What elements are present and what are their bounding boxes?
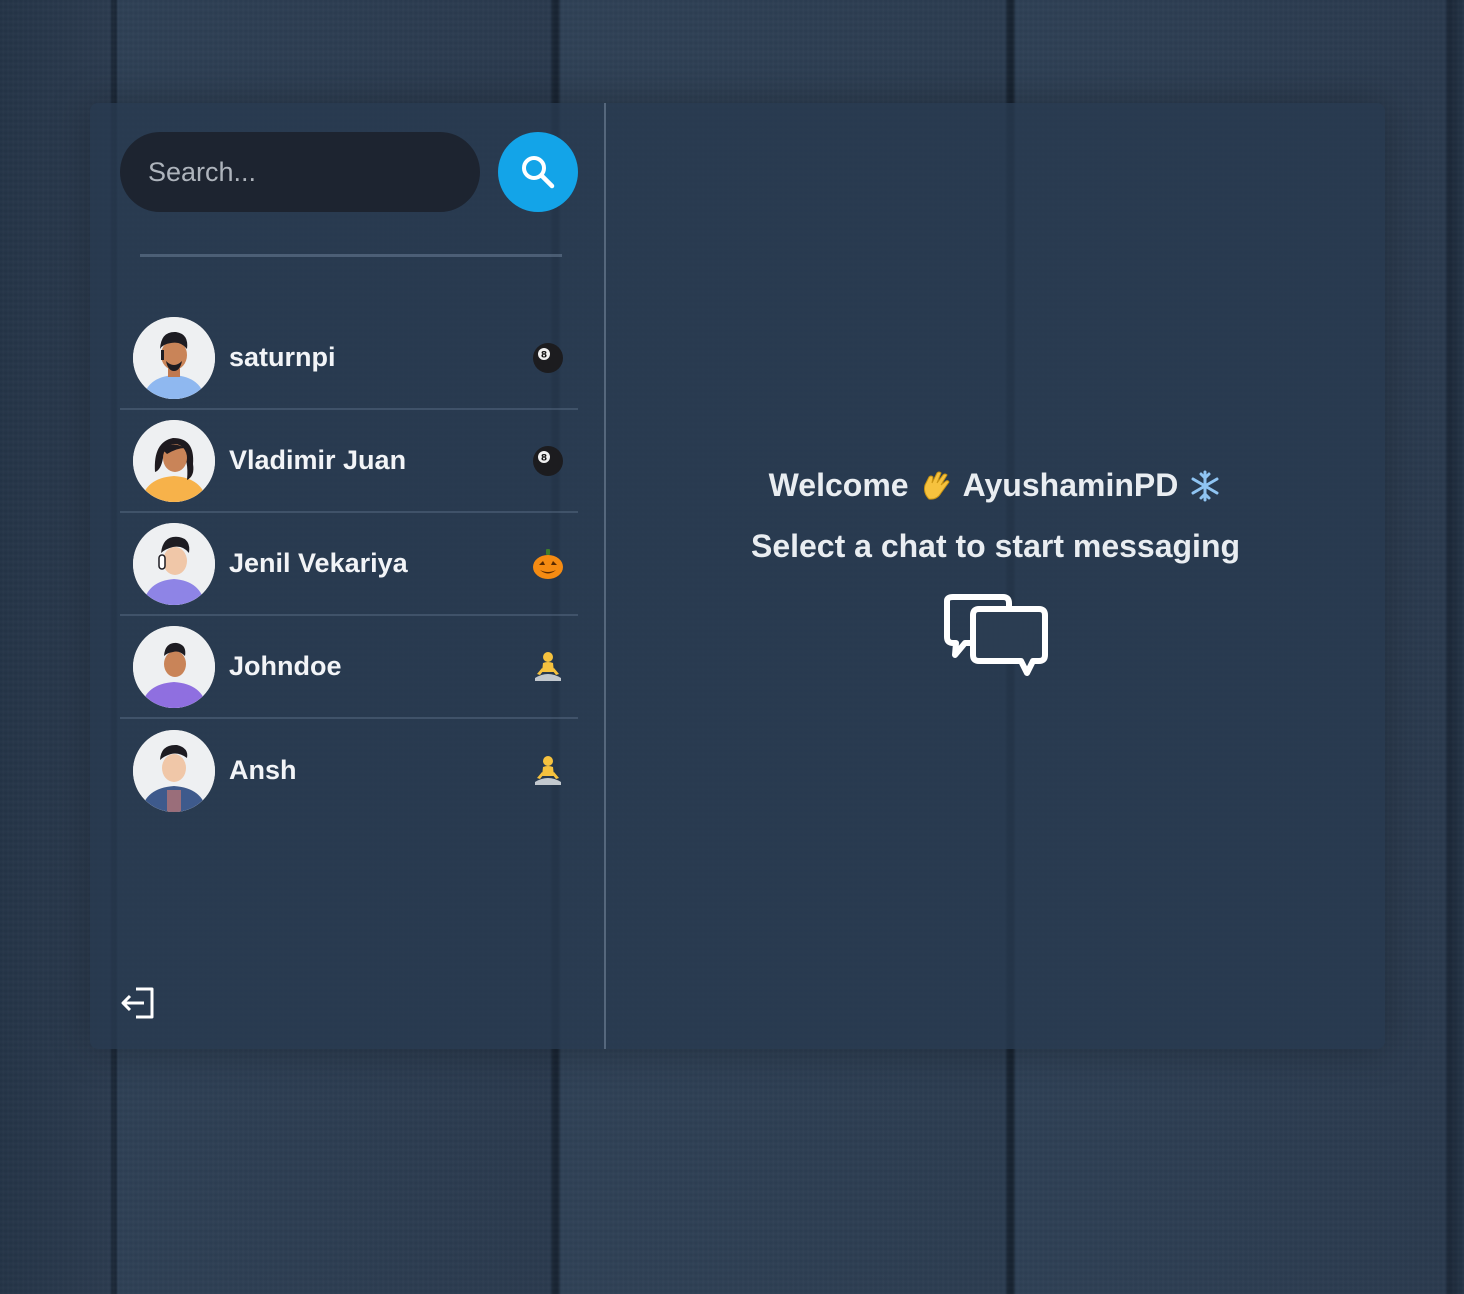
avatar — [133, 522, 215, 605]
jack-o-lantern-icon — [530, 546, 566, 582]
conversation-item[interactable]: Jenil Vekariya — [120, 513, 578, 616]
logout-icon — [121, 987, 154, 1019]
conversation-name: Vladimir Juan — [229, 445, 407, 475]
conversation-item[interactable]: saturnpi 8 — [120, 307, 578, 410]
billiard-8-ball-icon: 8 — [530, 340, 566, 376]
chat-bubbles-icon — [943, 594, 1048, 676]
avatar — [133, 419, 215, 502]
meditating-person-icon — [530, 649, 566, 685]
avatar — [133, 729, 215, 812]
search-icon — [522, 156, 555, 189]
avatar — [133, 316, 215, 399]
no-chat-selected: Welcome AyushaminPD Select a chat to sta… — [606, 467, 1385, 688]
divider — [140, 254, 562, 257]
conversation-item[interactable]: Ansh — [120, 719, 578, 822]
conversation-name: Johndoe — [229, 651, 342, 681]
search-form — [120, 132, 578, 212]
conversation-list: saturnpi 8 Vladimir Juan 8 Jenil Vekariy… — [120, 307, 578, 822]
search-button[interactable] — [498, 132, 578, 212]
search-input[interactable] — [120, 132, 480, 212]
conversation-name: Ansh — [229, 755, 297, 785]
snowflake-icon — [1191, 470, 1219, 501]
waving-hand-icon — [923, 471, 950, 500]
username: AyushaminPD — [962, 467, 1179, 503]
conversation-name: saturnpi — [229, 342, 336, 372]
avatar — [133, 625, 215, 708]
svg-text:8: 8 — [541, 453, 547, 463]
meditating-person-icon — [530, 753, 566, 789]
svg-text:8: 8 — [541, 350, 547, 360]
conversation-name: Jenil Vekariya — [229, 548, 408, 578]
sidebar: saturnpi 8 — [90, 103, 606, 1049]
chat-app-panel: saturnpi 8 — [90, 103, 1385, 1049]
conversation-item[interactable]: Vladimir Juan 8 — [120, 410, 578, 513]
conversation-item[interactable]: Johndoe — [120, 616, 578, 719]
logout-button[interactable] — [120, 983, 160, 1023]
welcome-prefix: Welcome — [768, 467, 909, 503]
select-chat-prompt: Select a chat to start messaging — [750, 528, 1241, 564]
welcome-heading: Welcome AyushaminPD — [606, 467, 1385, 504]
message-area: Welcome AyushaminPD Select a chat to sta… — [606, 103, 1385, 1049]
billiard-8-ball-icon: 8 — [530, 443, 566, 479]
